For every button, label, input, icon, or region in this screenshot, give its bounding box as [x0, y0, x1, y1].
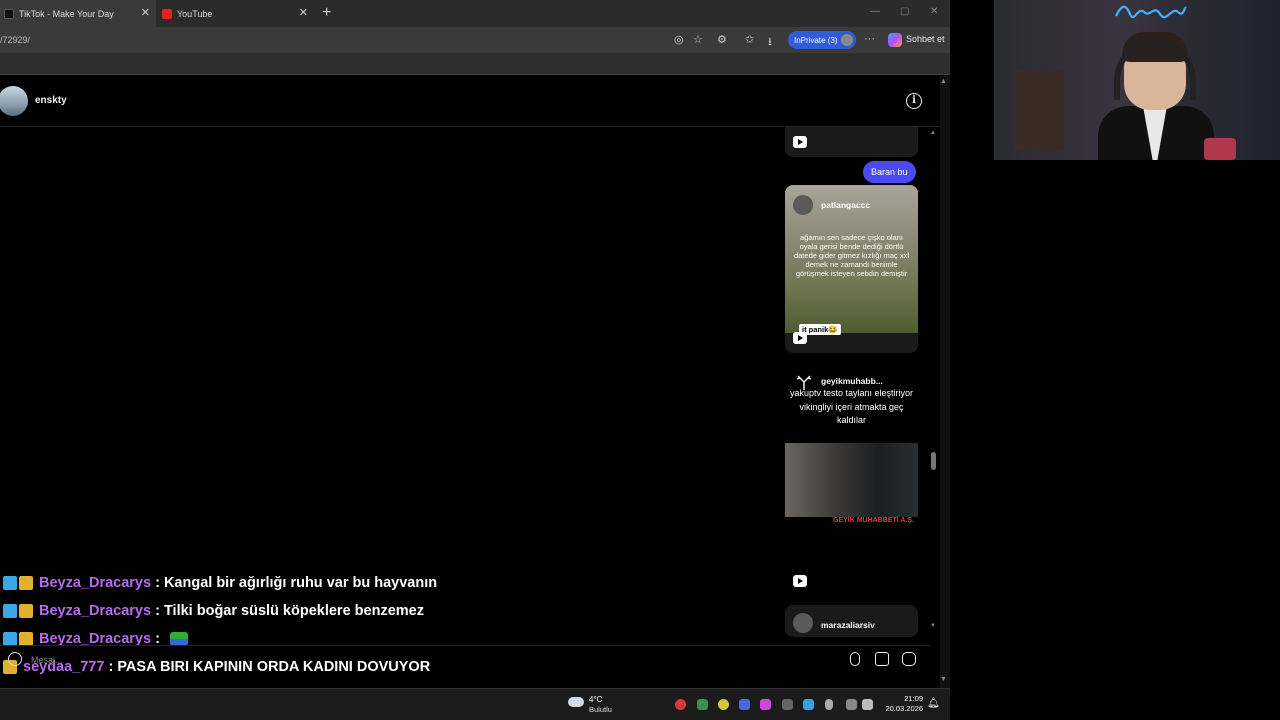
tab-youtube[interactable]: YouTube ✕ — [158, 0, 314, 27]
tray-app-icon[interactable] — [739, 699, 750, 710]
video-caption: ağamın sen sadece çişko olanı oyala geri… — [793, 233, 910, 278]
new-tab-button[interactable]: + — [322, 4, 331, 22]
play-icon — [793, 575, 807, 587]
pickaxe-badge-icon — [3, 576, 17, 590]
pickaxe-badge-icon — [3, 632, 17, 646]
minimize-icon[interactable]: — — [870, 6, 880, 17]
inprivate-label: InPrivate (3) — [794, 35, 838, 45]
download-icon[interactable]: ⭳ — [768, 33, 772, 52]
info-icon[interactable]: i — [906, 93, 922, 109]
shared-video-card[interactable]: patlangaccc ağamın sen sadece çişko olan… — [785, 185, 918, 353]
scroll-up-arrow[interactable]: ▲ — [940, 78, 947, 85]
emoji-icon[interactable] — [8, 652, 22, 666]
message-input[interactable]: Mesaj... — [31, 655, 63, 665]
chat-scroll-down-arrow[interactable]: ▼ — [930, 623, 936, 629]
crown-badge-icon — [19, 632, 33, 646]
chat-message: Kangal bir ağırlığı ruhu var bu hayvanın — [163, 575, 438, 591]
tiktok-icon — [4, 8, 14, 19]
tray-app-icon[interactable] — [697, 699, 708, 710]
chat-username: Beyza_Dracarys — [39, 603, 152, 619]
weather-desc[interactable]: Bulutlu — [589, 705, 612, 714]
display-icon[interactable] — [846, 699, 857, 710]
profile-avatar — [841, 34, 853, 46]
avatar — [793, 613, 813, 633]
close-icon[interactable]: ✕ — [299, 6, 308, 19]
dm-username[interactable]: enskty — [35, 95, 67, 106]
url-field[interactable]: /72929/ — [0, 35, 30, 45]
webcam-overlay — [994, 0, 1280, 160]
crown-badge-icon — [19, 604, 33, 618]
copilot-icon[interactable] — [888, 33, 902, 47]
cup — [1204, 138, 1236, 160]
taskbar-clock[interactable]: 21:09 20.03.2026 — [884, 694, 923, 714]
microphone-icon[interactable] — [850, 652, 860, 666]
chat-message: Tilki boğar süslü köpeklere benzemez — [163, 603, 424, 619]
clock-date: 20.03.2026 — [885, 704, 923, 713]
play-icon — [793, 136, 807, 148]
screen: TikTok - Make Your Day ✕ YouTube ✕ + — ▢… — [0, 0, 1280, 720]
copilot-chat-label[interactable]: Sohbet et — [906, 34, 945, 44]
page-scrollbar[interactable] — [940, 76, 950, 688]
microphone-icon[interactable] — [825, 699, 833, 710]
avatar — [793, 195, 813, 215]
chat-separator: : — [151, 575, 164, 591]
card-username: patlangaccc — [821, 200, 871, 210]
chat-scroll-up-arrow[interactable]: ▲ — [930, 130, 936, 136]
extensions-icon[interactable]: ⚙ — [717, 33, 727, 46]
chat-username: Beyza_Dracarys — [39, 575, 152, 591]
scroll-down-arrow[interactable]: ▼ — [940, 676, 947, 683]
tab-title: YouTube — [177, 8, 213, 19]
inprivate-button[interactable]: InPrivate (3) — [788, 31, 856, 49]
pickaxe-badge-icon — [3, 604, 17, 618]
shared-video-card[interactable]: marazaliarsiv — [785, 605, 918, 637]
chat-line: Beyza_Dracarys : Tilki boğar süslü köpek… — [3, 603, 424, 619]
play-icon — [793, 332, 807, 344]
clock-time: 21:09 — [904, 694, 923, 703]
cloud-icon[interactable] — [568, 697, 584, 707]
favorites-icon[interactable]: ✩ — [745, 33, 754, 46]
youtube-icon — [162, 8, 172, 19]
tray-app-icon[interactable] — [803, 699, 814, 710]
maximize-icon[interactable]: ▢ — [900, 6, 909, 17]
shared-video-card[interactable]: geyikmuhabb... yakuptv testo taylanı ele… — [785, 361, 918, 597]
frog-emote-icon — [169, 632, 188, 646]
dm-header — [0, 76, 940, 127]
close-icon[interactable]: ✕ — [141, 6, 150, 19]
video-thumbnail — [785, 443, 918, 517]
image-icon[interactable] — [875, 652, 889, 666]
chat-separator: : — [151, 603, 164, 619]
chat-scroll-thumb[interactable] — [931, 452, 936, 470]
sticker-icon[interactable] — [902, 652, 916, 666]
sent-message-bubble: Baran bu — [863, 161, 916, 183]
tab-title: TikTok - Make Your Day — [19, 8, 114, 19]
chevron-left-icon[interactable] — [782, 699, 793, 710]
card-username: geyikmuhabb... — [821, 376, 883, 386]
weather-temp[interactable]: 4°C — [589, 695, 602, 704]
background-shelf — [1014, 70, 1064, 150]
tray-app-icon[interactable] — [760, 699, 771, 710]
tray-app-icon[interactable] — [675, 699, 686, 710]
card-username: marazaliarsiv — [821, 620, 875, 630]
crown-badge-icon — [19, 576, 33, 590]
tab-bar: TikTok - Make Your Day ✕ YouTube ✕ + — ▢… — [0, 0, 950, 27]
chat-line: Beyza_Dracarys : Kangal bir ağırlığı ruh… — [3, 575, 437, 591]
notification-bell-icon[interactable]: 🔔︎ — [927, 698, 940, 709]
volume-icon[interactable] — [862, 699, 873, 710]
message-composer — [0, 645, 930, 675]
browser-window: TikTok - Make Your Day ✕ YouTube ✕ + — ▢… — [0, 0, 950, 688]
favorite-star-icon[interactable]: ☆ — [693, 33, 703, 46]
video-caption: yakuptv testo taylanı eleştiriyor viking… — [789, 388, 914, 425]
tab-tiktok[interactable]: TikTok - Make Your Day ✕ — [0, 0, 156, 27]
shared-video-card[interactable] — [785, 127, 918, 157]
tracking-prevention-icon[interactable]: ◎ — [674, 33, 684, 46]
more-icon[interactable]: ··· — [864, 33, 875, 45]
neon-sign-icon — [1115, 5, 1187, 19]
favorites-bar — [0, 53, 950, 75]
tray-app-icon[interactable] — [718, 699, 729, 710]
channel-logo: GEYİK MUHABBETİ A.Ş. — [833, 517, 915, 524]
close-window-icon[interactable]: ✕ — [930, 6, 938, 17]
